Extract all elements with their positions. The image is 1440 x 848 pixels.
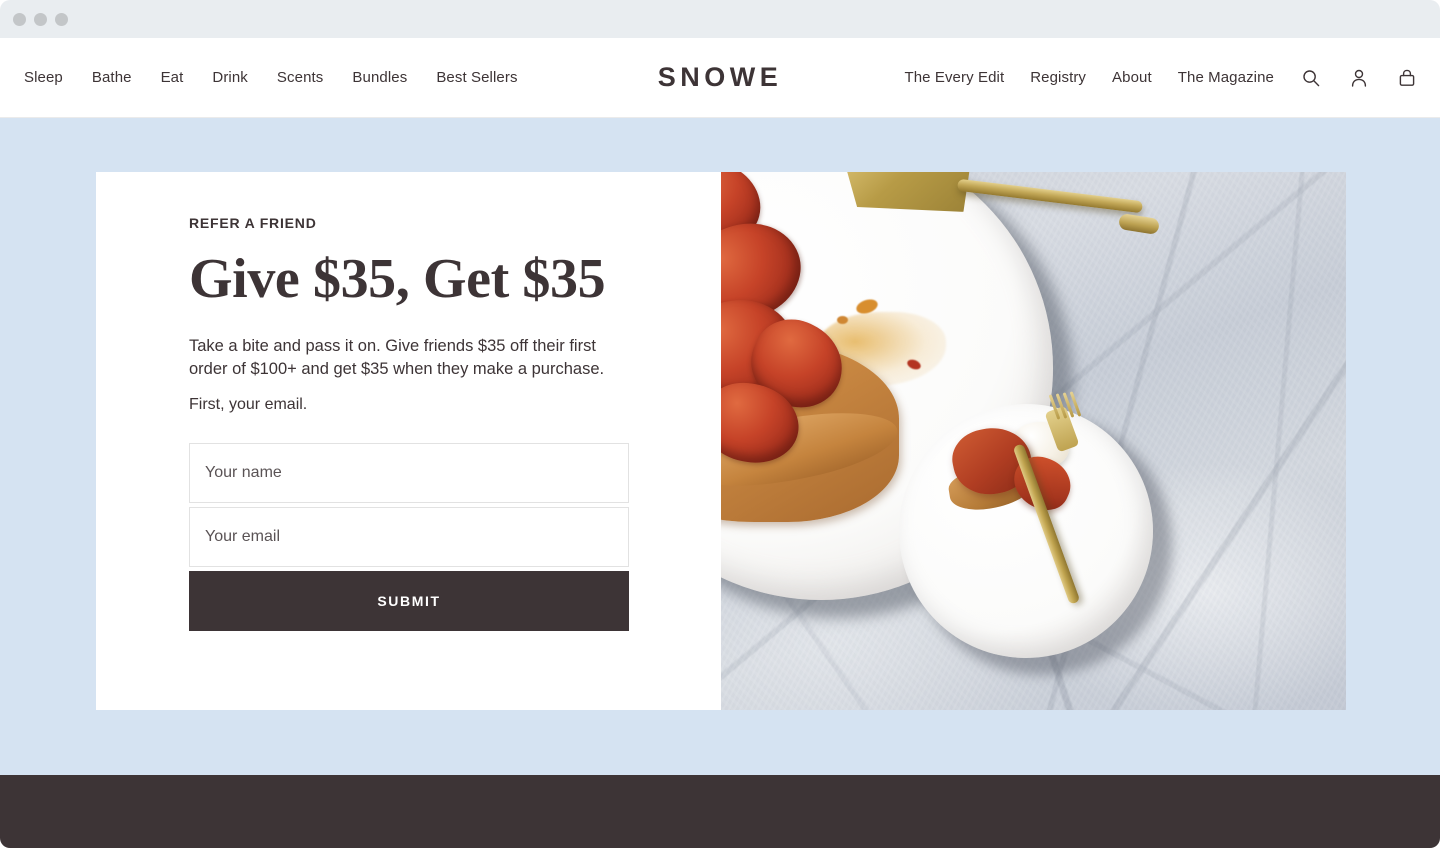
search-icon[interactable] [1300, 67, 1322, 89]
site-header: Sleep Bathe Eat Drink Scents Bundles Bes… [0, 38, 1440, 118]
nav-item-about[interactable]: About [1112, 69, 1152, 86]
nav-item-best-sellers[interactable]: Best Sellers [436, 69, 517, 86]
shopping-bag-icon[interactable] [1396, 67, 1418, 89]
browser-titlebar [0, 0, 1440, 38]
caramel-drop [837, 316, 848, 324]
brand-logo-text[interactable]: SNOWE [658, 62, 783, 93]
browser-window: Sleep Bathe Eat Drink Scents Bundles Bes… [0, 0, 1440, 848]
nav-item-the-magazine[interactable]: The Magazine [1178, 69, 1274, 86]
primary-navigation: Sleep Bathe Eat Drink Scents Bundles Bes… [24, 38, 518, 117]
nav-item-scents[interactable]: Scents [277, 69, 323, 86]
nav-item-registry[interactable]: Registry [1030, 69, 1086, 86]
promo-subcopy: First, your email. [189, 395, 308, 413]
window-close-button[interactable] [13, 13, 26, 26]
name-field-wrapper [189, 442, 629, 503]
referral-form: SUBMIT [189, 442, 629, 631]
referral-promo-photo [721, 172, 1346, 710]
nav-item-bundles[interactable]: Bundles [352, 69, 407, 86]
email-field-wrapper [189, 506, 629, 567]
nav-item-sleep[interactable]: Sleep [24, 69, 63, 86]
secondary-navigation: The Every Edit Registry About The Magazi… [904, 38, 1418, 117]
nav-item-the-every-edit[interactable]: The Every Edit [904, 69, 1004, 86]
referral-promo-text-panel: REFER A FRIEND Give $35, Get $35 Take a … [96, 172, 721, 710]
page-title: Give $35, Get $35 [189, 248, 606, 310]
site-footer [0, 775, 1440, 848]
nav-item-eat[interactable]: Eat [161, 69, 184, 86]
email-input[interactable] [205, 527, 613, 546]
account-icon[interactable] [1348, 67, 1370, 89]
window-controls [13, 13, 68, 26]
promo-eyebrow: REFER A FRIEND [189, 215, 317, 231]
promo-description: Take a bite and pass it on. Give friends… [189, 336, 605, 379]
nav-item-drink[interactable]: Drink [212, 69, 248, 86]
nav-item-bathe[interactable]: Bathe [92, 69, 132, 86]
referral-promo-card: REFER A FRIEND Give $35, Get $35 Take a … [96, 172, 1346, 710]
page-body: REFER A FRIEND Give $35, Get $35 Take a … [0, 118, 1440, 775]
window-maximize-button[interactable] [55, 13, 68, 26]
referral-promo-content: REFER A FRIEND Give $35, Get $35 Take a … [189, 215, 629, 631]
name-input[interactable] [205, 463, 613, 482]
window-minimize-button[interactable] [34, 13, 47, 26]
submit-button[interactable]: SUBMIT [189, 570, 629, 631]
